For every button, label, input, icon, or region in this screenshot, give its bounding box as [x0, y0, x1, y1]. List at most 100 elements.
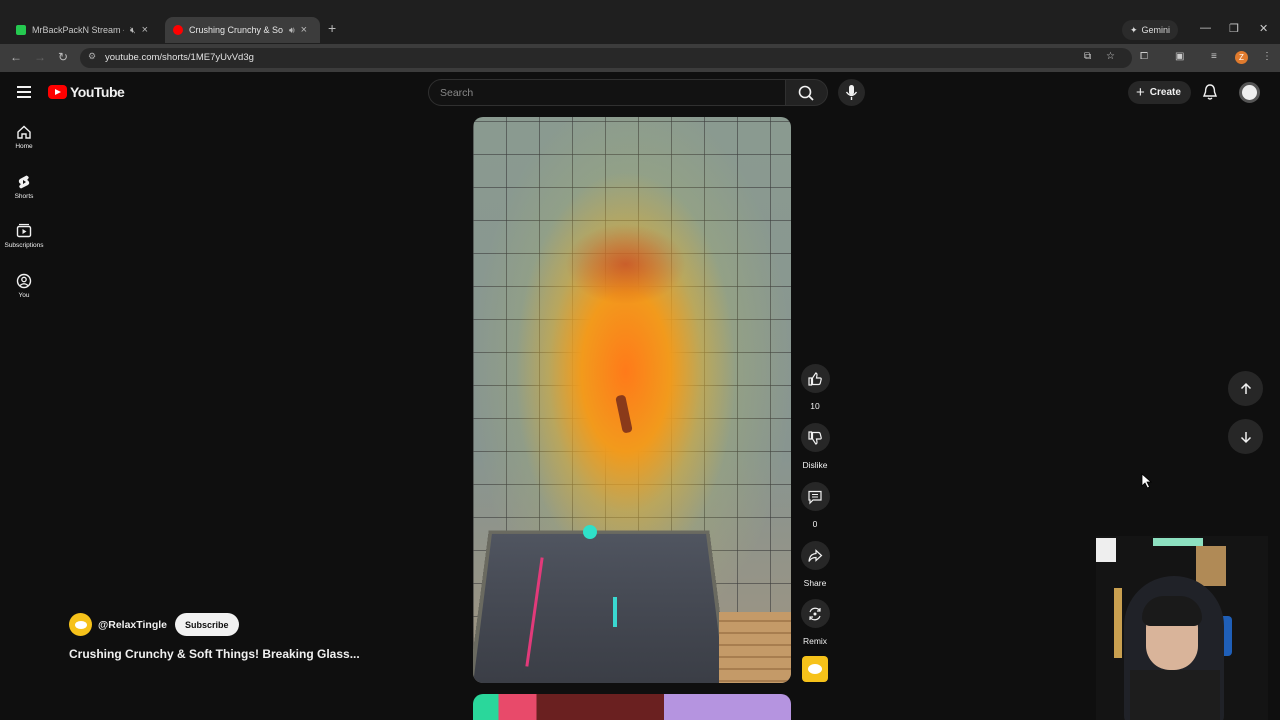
- menu-kebab-icon[interactable]: ⋮: [1262, 51, 1272, 62]
- microphone-icon: [845, 85, 858, 100]
- close-window-icon[interactable]: ✕: [1259, 22, 1268, 35]
- new-tab-button[interactable]: +: [328, 20, 336, 36]
- sidebar-item-shorts[interactable]: Shorts: [0, 174, 48, 200]
- thumbs-up-icon: [808, 371, 822, 386]
- remix-button[interactable]: Remix: [797, 599, 833, 646]
- subscriptions-icon: [16, 223, 32, 238]
- next-short-preview[interactable]: [473, 694, 791, 720]
- arrow-down-icon: [1240, 431, 1251, 443]
- plus-icon: +: [1136, 84, 1145, 101]
- youtube-favicon-icon: [173, 25, 183, 35]
- next-short-button[interactable]: [1228, 419, 1263, 454]
- sidebar-item-home[interactable]: Home: [0, 124, 48, 150]
- webcam-person-shirt: [1130, 670, 1220, 720]
- channel-logo-icon: [74, 620, 87, 629]
- search-button[interactable]: [786, 79, 828, 106]
- tab-title: Crushing Crunchy & Soft Th: [189, 25, 283, 35]
- back-icon[interactable]: ←: [10, 50, 22, 64]
- sidebar-item-subscriptions[interactable]: Subscriptions: [0, 223, 48, 249]
- webcam-background: [1114, 588, 1122, 658]
- sidebar-label: Subscriptions: [4, 242, 44, 249]
- site-info-icon[interactable]: ⚙: [88, 51, 96, 62]
- video-title[interactable]: Crushing Crunchy & Soft Things! Breaking…: [69, 647, 360, 661]
- like-button[interactable]: 10: [797, 364, 833, 411]
- sidebar-item-you[interactable]: You: [0, 273, 48, 299]
- share-label: Share: [803, 578, 827, 588]
- video-frame-ramp: [473, 530, 731, 683]
- youtube-header: YouTube Search + Create: [0, 72, 1280, 114]
- search-input[interactable]: Search: [428, 79, 786, 106]
- video-frame-object: [615, 394, 633, 434]
- channel-avatar[interactable]: [69, 613, 92, 636]
- dislike-label: Dislike: [802, 460, 828, 470]
- restore-icon[interactable]: ❐: [1229, 22, 1239, 35]
- tab-title: MrBackPackN Stream - Wa: [32, 25, 124, 35]
- thumbs-down-icon: [808, 430, 822, 445]
- create-label: Create: [1149, 87, 1181, 98]
- sidebar-label: Home: [15, 143, 33, 150]
- forward-icon[interactable]: →: [34, 50, 46, 64]
- search-icon: [798, 85, 814, 101]
- video-frame-paint-splat: [583, 525, 597, 539]
- voice-search-button[interactable]: [838, 79, 865, 106]
- video-frame-wood: [719, 612, 791, 683]
- notifications-bell-icon[interactable]: [1201, 83, 1219, 106]
- channel-thumbnail-button[interactable]: [802, 656, 828, 682]
- webcam-background: [1096, 538, 1116, 562]
- comments-button[interactable]: 0: [797, 482, 833, 529]
- media-controls-icon[interactable]: ≡: [1211, 51, 1217, 62]
- tab-mrbackpackn-stream[interactable]: MrBackPackN Stream - Wa 🔇︎ ×: [8, 17, 163, 43]
- create-button[interactable]: + Create: [1128, 81, 1191, 104]
- search-placeholder: Search: [440, 87, 474, 99]
- share-icon: [808, 548, 823, 562]
- split-view-icon[interactable]: ▣: [1175, 51, 1184, 62]
- bookmark-star-icon[interactable]: ☆: [1106, 51, 1115, 62]
- reload-icon[interactable]: ↻: [58, 50, 68, 64]
- address-bar[interactable]: ⚙ youtube.com/shorts/1ME7yUvVd3g ⧉ ☆: [80, 48, 1132, 68]
- close-tab-icon[interactable]: ×: [142, 24, 148, 36]
- channel-logo-icon: [808, 664, 822, 674]
- gemini-label: Gemini: [1141, 25, 1171, 35]
- comment-icon: [808, 490, 822, 504]
- subscribe-button[interactable]: Subscribe: [174, 613, 239, 636]
- account-avatar[interactable]: [1239, 82, 1260, 103]
- browser-toolbar: ← → ↻ ⚙ youtube.com/shorts/1ME7yUvVd3g ⧉…: [0, 44, 1280, 72]
- gemini-icon: ✦: [1130, 24, 1138, 35]
- tab-crushing-crunchy[interactable]: Crushing Crunchy & Soft Th 🔊︎ ×: [165, 17, 320, 43]
- share-button[interactable]: Share: [797, 541, 833, 588]
- profile-avatar[interactable]: Z: [1235, 51, 1248, 64]
- browser-tab-strip: MrBackPackN Stream - Wa 🔇︎ × Crushing Cr…: [0, 0, 1280, 44]
- webcam-person-hair: [1142, 596, 1202, 626]
- kick-favicon-icon: [16, 25, 26, 35]
- like-count: 10: [810, 401, 820, 411]
- logo-text: YouTube: [70, 84, 125, 100]
- sidebar-label: You: [18, 292, 30, 299]
- muted-icon[interactable]: 🔇︎: [130, 25, 136, 36]
- close-tab-icon[interactable]: ×: [301, 24, 307, 36]
- youtube-logo[interactable]: YouTube: [48, 84, 125, 100]
- short-metadata: @RelaxTingle Subscribe Crushing Crunchy …: [69, 613, 360, 661]
- extensions-icon[interactable]: ⧠: [1140, 51, 1148, 62]
- previous-short-button[interactable]: [1228, 371, 1263, 406]
- url-text: youtube.com/shorts/1ME7yUvVd3g: [105, 52, 254, 63]
- sidebar-label: Shorts: [14, 193, 34, 200]
- webcam-overlay: [1096, 536, 1268, 720]
- arrow-up-icon: [1240, 382, 1251, 394]
- gemini-button[interactable]: ✦ Gemini: [1122, 20, 1179, 40]
- menu-hamburger-icon[interactable]: [17, 86, 31, 101]
- audio-playing-icon[interactable]: 🔊︎: [289, 25, 295, 36]
- mouse-cursor-icon: [1141, 473, 1153, 489]
- minimize-icon[interactable]: —: [1200, 22, 1211, 34]
- video-frame-paint-splat: [613, 597, 617, 627]
- install-app-icon[interactable]: ⧉: [1084, 51, 1091, 62]
- youtube-play-icon: [48, 85, 67, 99]
- shorts-video-player[interactable]: [473, 117, 791, 683]
- channel-handle[interactable]: @RelaxTingle: [98, 619, 167, 631]
- webcam-background: [1196, 546, 1226, 586]
- home-icon: [17, 125, 31, 139]
- webcam-background: [1153, 538, 1203, 546]
- remix-label: Remix: [802, 636, 828, 646]
- dislike-button[interactable]: Dislike: [797, 423, 833, 470]
- comment-count: 0: [812, 519, 818, 529]
- you-icon: [16, 273, 32, 289]
